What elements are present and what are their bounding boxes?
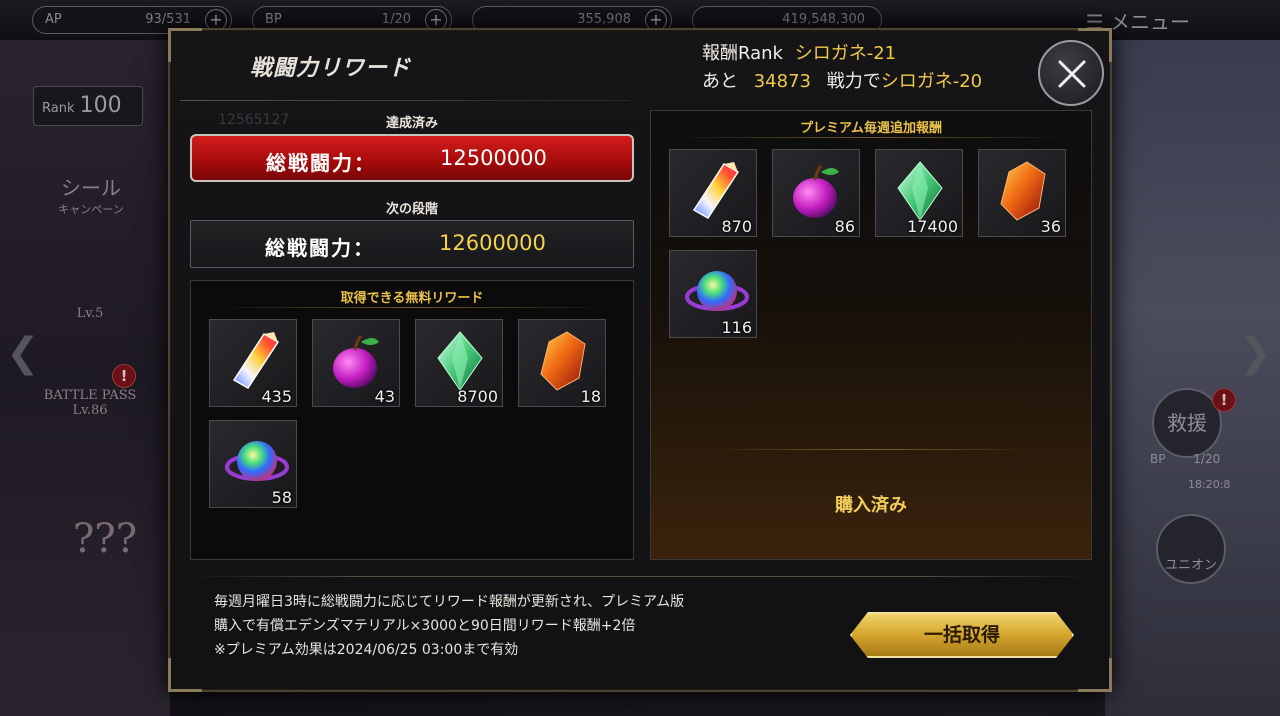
seal-campaign-subtitle: キャンペーン <box>58 203 124 216</box>
description-text: 毎週月曜日3時に総戦闘力に応じてリワード報酬が更新され、プレミアム版 購入で有償… <box>214 590 684 662</box>
reward-count: 116 <box>721 318 752 337</box>
reward-rank-info: 報酬Rank シロガネ-21 あと 34873 戦力でシロガネ-20 <box>702 40 982 96</box>
free-rewards-title: 取得できる無料リワード <box>340 291 484 306</box>
premium-reward-item[interactable]: 116 <box>669 250 757 338</box>
reward-count: 8700 <box>457 387 498 406</box>
corner-ornament <box>168 28 202 62</box>
menu-label: メニュー <box>1110 10 1190 34</box>
reward-count: 17400 <box>907 217 958 236</box>
panel-title-divider <box>211 307 613 308</box>
remaining-mid-text: 戦力で <box>826 71 881 92</box>
premium-reward-item[interactable]: 17400 <box>875 149 963 237</box>
purchased-divider <box>711 449 1031 450</box>
battle-pass-button[interactable]: BATTLE PASS Lv.86 <box>40 388 140 418</box>
premium-expiry-note: ※プレミアム効果は2024/06/25 03:00まで有効 <box>214 642 519 658</box>
ap-value: 93/531 <box>145 12 191 27</box>
premium-rewards-title: プレミアム毎週追加報酬 <box>799 121 943 136</box>
left-sidebar-background <box>0 40 170 716</box>
title-divider <box>180 100 630 101</box>
right-arrow-icon[interactable]: ❯ <box>1238 330 1272 376</box>
next-stage-label: 次の段階 <box>385 202 438 217</box>
premium-reward-item[interactable]: 36 <box>978 149 1066 237</box>
rescue-timer: 18:20:8 <box>1188 478 1231 491</box>
free-reward-item[interactable]: 43 <box>312 319 400 407</box>
ap-label: AP <box>45 12 62 27</box>
greedy-pass-level[interactable]: Lv.5 <box>50 306 130 321</box>
panel-title-divider <box>671 137 1071 138</box>
battle-pass-label: BATTLE PASS <box>43 388 137 403</box>
close-button[interactable] <box>1038 40 1104 106</box>
rank-display: Rank 100 <box>33 86 143 126</box>
crystal-currency-value: 355,908 <box>577 12 631 27</box>
right-sidebar-background <box>1105 40 1280 716</box>
remaining-prefix: あと <box>702 71 738 92</box>
remaining-power-value: 34873 <box>753 71 811 92</box>
current-power-ghost: 12565127 <box>218 112 290 128</box>
next-power-bar: 総戦闘力： 12600000 <box>190 220 634 268</box>
free-reward-item[interactable]: 435 <box>209 319 297 407</box>
rescue-label: 救援 <box>1167 411 1207 435</box>
gold-currency-value: 419,548,300 <box>782 12 865 27</box>
description-line-2: 購入で有償エデンズマテリアル×3000と90日間リワード報酬+2倍 <box>214 618 636 634</box>
battle-pass-level: Lv.86 <box>72 403 108 418</box>
purchased-status: 購入済み <box>835 495 907 516</box>
free-rewards-panel: 取得できる無料リワード 435 43 8700 18 58 <box>190 280 634 560</box>
description-line-1: 毎週月曜日3時に総戦闘力に応じてリワード報酬が更新され、プレミアム版 <box>214 594 685 610</box>
april-banner-text: ??? <box>72 516 138 562</box>
bottom-divider <box>190 576 1090 577</box>
rescue-bp: BP 1/20 <box>1150 452 1220 466</box>
rescue-bp-label: BP <box>1150 452 1166 466</box>
claim-all-button[interactable]: 一括取得 <box>850 612 1074 658</box>
achieved-power-value: 12500000 <box>440 146 547 170</box>
reward-count: 435 <box>261 387 292 406</box>
reward-count: 43 <box>374 387 395 406</box>
reward-count: 58 <box>271 488 292 507</box>
seal-campaign-button[interactable]: シール キャンペーン <box>46 172 136 217</box>
greedy-pass-level-text: Lv.5 <box>76 306 104 321</box>
left-arrow-icon[interactable]: ❮ <box>6 330 40 376</box>
rank-label: Rank <box>42 101 75 116</box>
free-reward-item[interactable]: 18 <box>518 319 606 407</box>
achieved-power-bar: 総戦闘力： 12500000 <box>190 134 634 182</box>
reward-count: 86 <box>834 217 855 236</box>
rescue-alert-badge: ! <box>1212 388 1236 412</box>
rank-value: 100 <box>79 93 122 118</box>
free-reward-item[interactable]: 58 <box>209 420 297 508</box>
achieved-power-label: 総戦闘力： <box>266 151 376 175</box>
reward-rank-label: 報酬Rank <box>702 43 783 64</box>
reward-count: 36 <box>1040 217 1061 236</box>
bp-label: BP <box>265 12 282 27</box>
union-label: ユニオン <box>1164 558 1217 573</box>
corner-ornament <box>1078 658 1112 692</box>
corner-ornament <box>168 658 202 692</box>
premium-rewards-panel: プレミアム毎週追加報酬 870 86 17400 36 116 購入済み <box>650 110 1092 560</box>
union-button[interactable]: ユニオン <box>1156 514 1226 584</box>
reward-rank-row: 報酬Rank シロガネ-21 <box>702 40 982 68</box>
close-icon <box>1058 60 1086 88</box>
premium-reward-item[interactable]: 870 <box>669 149 757 237</box>
reward-rank-value: シロガネ-21 <box>794 43 897 64</box>
premium-reward-item[interactable]: 86 <box>772 149 860 237</box>
free-reward-item[interactable]: 8700 <box>415 319 503 407</box>
next-power-value: 12600000 <box>439 231 546 255</box>
dialog-title: 戦闘力リワード <box>250 56 412 81</box>
seal-campaign-title: シール <box>61 176 121 200</box>
battle-pass-alert-badge: ! <box>112 364 136 388</box>
reward-count: 18 <box>580 387 601 406</box>
next-power-label: 総戦闘力： <box>265 236 375 260</box>
battle-power-reward-dialog: 戦闘力リワード 報酬Rank シロガネ-21 あと 34873 戦力でシロガネ-… <box>168 28 1112 692</box>
reward-count: 870 <box>721 217 752 236</box>
bp-value: 1/20 <box>381 12 411 27</box>
remaining-power-row: あと 34873 戦力でシロガネ-20 <box>702 68 982 96</box>
next-rank-target: シロガネ-20 <box>880 71 983 92</box>
april-fool-banner[interactable]: ??? <box>40 516 170 562</box>
rescue-bp-value: 1/20 <box>1193 452 1221 466</box>
